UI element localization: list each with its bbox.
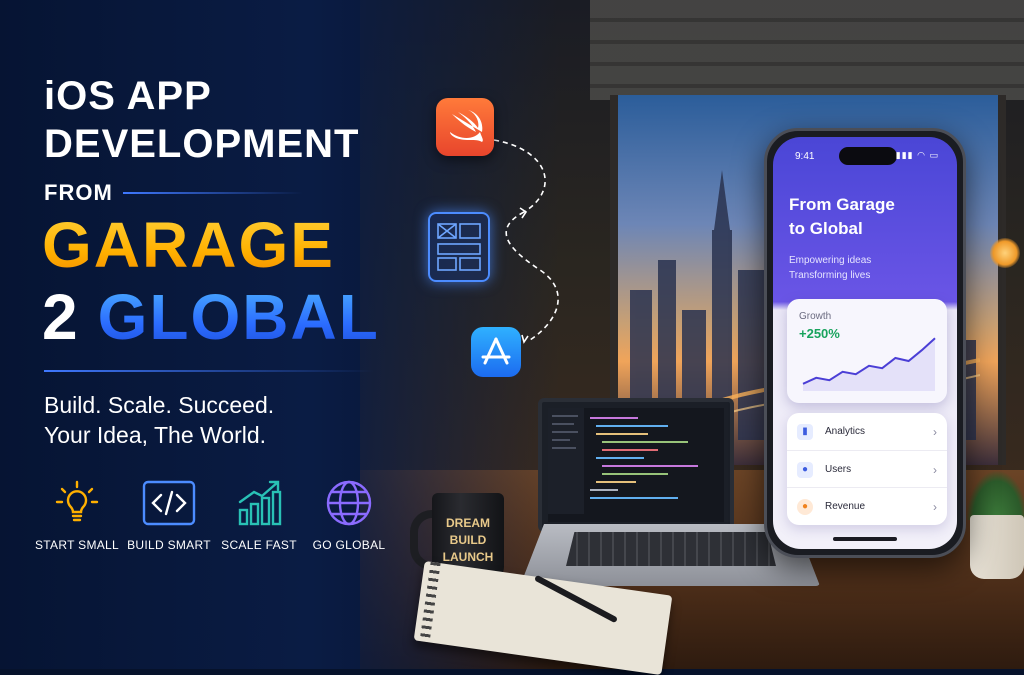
growth-label: Growth: [799, 311, 832, 322]
menu-item-users[interactable]: ● Users ›: [787, 450, 947, 488]
from-divider: [122, 192, 303, 194]
global-number: 2: [42, 281, 80, 353]
from-label: FROM: [44, 180, 113, 205]
chevron-right-icon: ›: [933, 424, 937, 439]
phone-title-line-1: From Garage: [789, 195, 895, 214]
growth-card[interactable]: Growth +250%: [787, 299, 947, 403]
home-indicator: [833, 537, 897, 541]
plant-leaves: [966, 470, 1024, 520]
users-icon: ●: [797, 461, 813, 478]
swift-logo-icon: [436, 98, 494, 156]
wireframe-icon: [428, 212, 490, 282]
garage-door: [590, 0, 1024, 100]
smartphone: 9:41 ▮▮▮ ◠ ▭ From Garage to Global Empow…: [764, 128, 966, 558]
feature-label: GO GLOBAL: [312, 538, 386, 552]
menu-item-revenue[interactable]: ● Revenue ›: [787, 487, 947, 525]
code-editor: [548, 408, 724, 522]
headline-line-1: iOS APP: [44, 74, 212, 118]
laptop-screen: [538, 398, 734, 532]
lamp-light: [990, 238, 1020, 268]
bar-chart-icon: ▮: [797, 423, 813, 440]
status-time: 9:41: [795, 151, 815, 162]
phone-screen: 9:41 ▮▮▮ ◠ ▭ From Garage to Global Empow…: [773, 137, 957, 549]
phone-subtitle-line-1: Empowering ideas: [789, 255, 872, 266]
laptop-keyboard: [566, 532, 776, 566]
growth-value: +250%: [799, 326, 840, 341]
chevron-right-icon: ›: [933, 462, 937, 477]
globe-icon: [294, 476, 404, 530]
dynamic-island: [839, 147, 897, 165]
global-word: GLOBAL: [97, 281, 380, 353]
tagline-line-2: Your Idea, The World.: [44, 422, 267, 448]
menu-label: Users: [825, 464, 852, 475]
menu-label: Analytics: [825, 426, 866, 437]
mug-text: DREAM BUILD LAUNCH: [432, 515, 504, 566]
mug-line-2: BUILD: [449, 533, 487, 547]
chevron-right-icon: ›: [933, 499, 937, 514]
phone-subtitle-line-2: Transforming lives: [789, 270, 871, 281]
from-row: FROM: [44, 180, 303, 206]
menu-label: Revenue: [825, 501, 866, 512]
title-divider: [44, 370, 374, 372]
mug-line-1: DREAM: [446, 516, 490, 530]
feature-go-global: GO GLOBAL: [294, 476, 404, 552]
revenue-icon: ●: [797, 498, 813, 515]
plant-pot: [970, 515, 1024, 579]
global-title: 2 GLOBAL: [42, 282, 380, 352]
signal-wifi-battery-icon: ▮▮▮ ◠ ▭: [895, 150, 939, 160]
menu-item-analytics[interactable]: ▮ Analytics ›: [787, 413, 947, 450]
headline-line-2: DEVELOPMENT: [44, 122, 360, 166]
tagline-line-1: Build. Scale. Succeed.: [44, 392, 275, 418]
app-store-icon: [471, 327, 521, 377]
menu-card: ▮ Analytics › ● Users › ● Revenue ›: [787, 413, 947, 525]
garage-title: GARAGE: [42, 209, 335, 281]
growth-area: [803, 338, 935, 391]
phone-title-line-2: to Global: [789, 219, 863, 238]
